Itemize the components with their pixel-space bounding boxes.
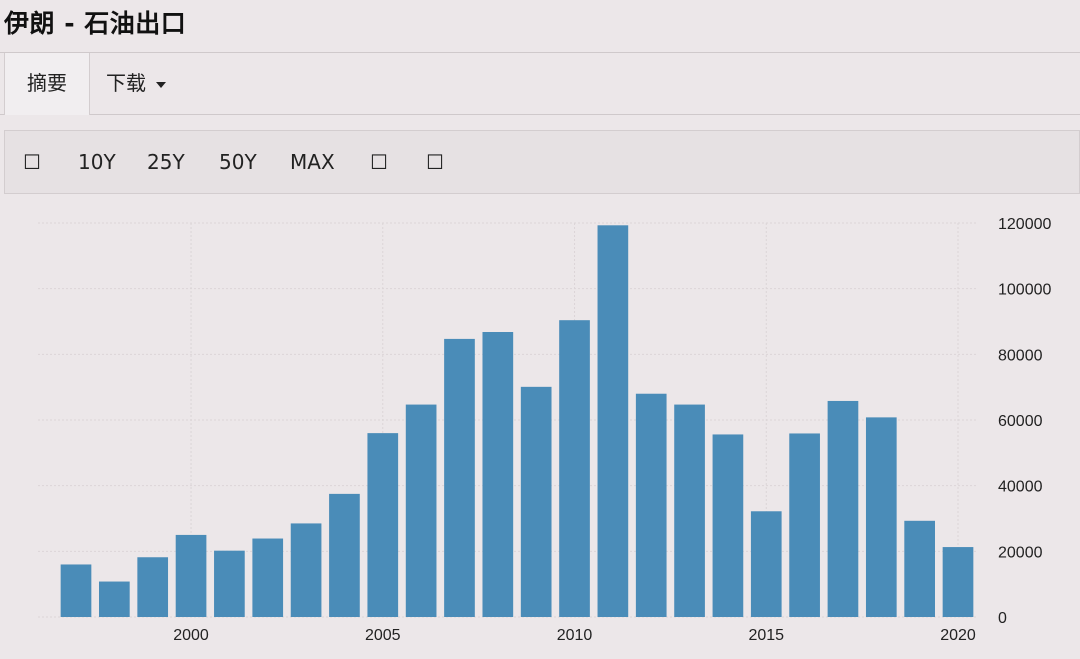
y-tick-label: 20000: [998, 544, 1043, 561]
y-tick-label: 80000: [998, 347, 1043, 364]
bar-2010[interactable]: [559, 320, 590, 617]
tab-bar: 摘要 下载: [0, 53, 1080, 115]
bar-1999[interactable]: [137, 557, 169, 617]
bar-2009[interactable]: [520, 386, 552, 617]
tab-summary[interactable]: 摘要: [4, 53, 90, 115]
bar-2004[interactable]: [329, 493, 360, 617]
bar-2013[interactable]: [674, 404, 705, 617]
y-tick-label: 40000: [998, 479, 1043, 496]
x-tick-label: 2020: [940, 627, 976, 644]
bar-layer: [60, 225, 974, 617]
bar-2007[interactable]: [444, 338, 475, 617]
bar-1997[interactable]: [60, 564, 92, 617]
chart-type-icon[interactable]: ☐: [23, 131, 41, 193]
bar-2018[interactable]: [865, 417, 897, 617]
bar-1998[interactable]: [99, 581, 130, 617]
y-axis: 0 20000 40000 60000 80000 100000 120000: [998, 216, 1051, 627]
x-tick-label: 2015: [748, 627, 784, 644]
range-25y-button[interactable]: 25Y: [147, 131, 185, 193]
chevron-down-icon: [156, 81, 166, 88]
bar-2006[interactable]: [405, 404, 437, 617]
bar-2001[interactable]: [214, 550, 245, 617]
tab-summary-label: 摘要: [27, 71, 67, 95]
range-10y-button[interactable]: 10Y: [78, 131, 116, 193]
download-label: 下载: [106, 71, 146, 95]
bar-2017[interactable]: [827, 400, 859, 617]
range-50y-button[interactable]: 50Y: [219, 131, 257, 193]
x-tick-label: 2005: [365, 627, 401, 644]
y-tick-label: 60000: [998, 413, 1043, 430]
bar-chart: 020000400006000080000100000120000 2000 20…: [38, 216, 1051, 644]
compare-icon[interactable]: ☐: [370, 131, 388, 193]
bar-2012[interactable]: [635, 393, 667, 617]
bar-2003[interactable]: [290, 523, 322, 617]
y-tick-label: 120000: [998, 216, 1051, 233]
chart-toolbar: ☐ 10Y 25Y 50Y MAX ☐ ☐: [4, 130, 1080, 194]
bar-2005[interactable]: [367, 433, 399, 617]
bar-2016[interactable]: [789, 433, 820, 617]
bar-2002[interactable]: [252, 538, 284, 617]
x-axis: 2000 2005 2010 2015 2020: [173, 627, 976, 644]
bar-2020[interactable]: [942, 547, 974, 617]
bar-2000[interactable]: [175, 534, 207, 617]
settings-icon[interactable]: ☐: [426, 131, 444, 193]
x-tick-label: 2010: [557, 627, 593, 644]
y-tick-label: 0: [998, 610, 1007, 627]
bar-2008[interactable]: [482, 332, 514, 617]
bar-2015[interactable]: [750, 511, 782, 617]
y-tick-label: 100000: [998, 282, 1051, 299]
bar-2011[interactable]: [597, 225, 629, 617]
download-dropdown[interactable]: 下载: [84, 53, 188, 114]
x-tick-label: 2000: [173, 627, 209, 644]
bar-2014[interactable]: [712, 434, 744, 617]
page-title: 伊朗 - 石油出口: [4, 9, 187, 38]
bar-2019[interactable]: [904, 520, 935, 617]
range-max-button[interactable]: MAX: [290, 131, 335, 193]
